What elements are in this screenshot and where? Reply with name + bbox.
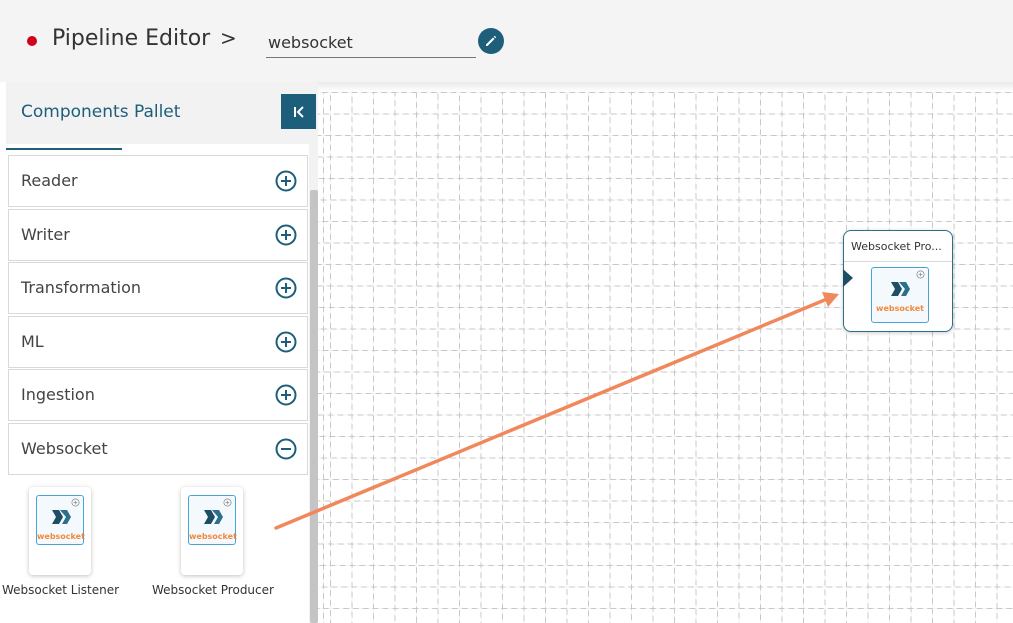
scrollbar-thumb[interactable] <box>310 190 318 623</box>
component-label: Websocket Producer <box>152 583 274 597</box>
category-label: ML <box>21 331 44 351</box>
plus-circle-icon[interactable] <box>274 276 298 300</box>
category-writer[interactable]: Writer <box>8 208 308 261</box>
category-transformation[interactable]: Transformation <box>8 262 308 314</box>
status-dot <box>27 36 37 46</box>
edit-name-button[interactable] <box>478 28 504 54</box>
category-ingestion[interactable]: Ingestion <box>8 369 308 421</box>
plus-circle-icon[interactable] <box>274 223 298 247</box>
collapse-left-icon <box>293 105 304 118</box>
plus-circle-icon <box>916 270 925 279</box>
component-websocket-listener[interactable]: websocket <box>29 487 91 575</box>
page-title: Pipeline Editor <box>52 26 211 51</box>
category-label: Websocket <box>21 438 108 458</box>
components-pallet: Components Pallet Reader Writer Transfor… <box>2 82 318 623</box>
category-reader[interactable]: Reader <box>8 155 308 207</box>
component-websocket-producer[interactable]: websocket <box>181 487 243 575</box>
pallet-header: Components Pallet <box>6 82 318 144</box>
node-divider <box>844 261 952 262</box>
websocket-logo-icon <box>891 282 910 296</box>
category-label: Reader <box>21 171 78 190</box>
plus-circle-icon <box>223 498 232 507</box>
category-ml[interactable]: ML <box>8 315 308 368</box>
pencil-icon <box>486 35 497 46</box>
node-logo-text: websocket <box>876 304 924 313</box>
collapse-pallet-button[interactable] <box>281 94 316 129</box>
plus-circle-icon[interactable] <box>274 383 298 407</box>
minus-circle-icon[interactable] <box>274 437 298 461</box>
category-label: Ingestion <box>21 385 95 404</box>
node-logo-frame: websocket <box>871 267 929 323</box>
canvas-node-websocket-producer[interactable]: Websocket Pro... websocket <box>843 230 953 332</box>
websocket-logo-icon <box>204 510 223 524</box>
category-label: Writer <box>21 224 70 244</box>
component-logo-text: websocket <box>189 532 237 541</box>
component-logo-text: websocket <box>37 532 85 541</box>
websocket-logo-icon <box>52 510 71 524</box>
pallet-title: Components Pallet <box>21 102 181 122</box>
breadcrumb-separator: > <box>220 26 237 50</box>
plus-circle-icon <box>71 498 80 507</box>
editor-header: Pipeline Editor > <box>0 0 1013 82</box>
active-tab-indicator <box>6 148 122 150</box>
pipeline-canvas[interactable] <box>318 82 1013 623</box>
category-label: Transformation <box>21 278 142 297</box>
plus-circle-icon[interactable] <box>274 169 298 193</box>
node-title: Websocket Pro... <box>851 240 942 253</box>
node-input-port[interactable] <box>843 269 853 287</box>
pipeline-name-input[interactable] <box>266 28 476 58</box>
component-logo-frame: websocket <box>188 495 237 545</box>
canvas-top-shadow <box>318 82 1013 92</box>
category-list: Reader Writer Transformation ML Ingestio… <box>8 155 308 476</box>
plus-circle-icon[interactable] <box>274 330 298 354</box>
component-label: Websocket Listener <box>2 583 120 597</box>
component-logo-frame: websocket <box>36 495 85 545</box>
category-websocket[interactable]: Websocket <box>8 422 308 475</box>
